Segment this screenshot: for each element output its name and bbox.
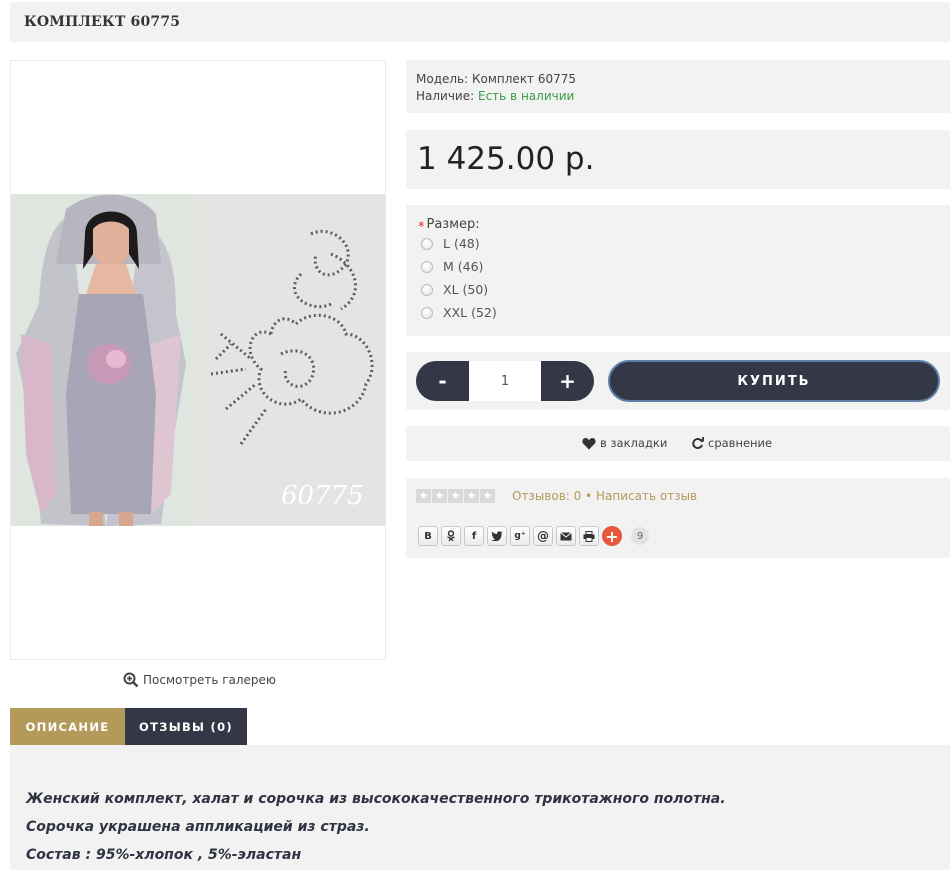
tab-reviews[interactable]: ОТЗЫВЫ (0) xyxy=(125,708,247,745)
description-line: Сорочка украшена аппликацией из страз. xyxy=(26,819,370,835)
heart-icon xyxy=(582,437,596,449)
price-panel: 1 425.00 р. xyxy=(406,130,950,189)
twitter-share-icon[interactable] xyxy=(487,526,507,546)
description-panel: Женский комплект, халат и сорочка из выс… xyxy=(10,745,950,870)
view-gallery-label: Посмотреть галерею xyxy=(143,673,277,687)
zoom-icon xyxy=(123,672,139,688)
product-tabs: ОПИСАНИЕ ОТЗЫВЫ (0) xyxy=(10,708,247,745)
facebook-share-icon[interactable]: f xyxy=(464,526,484,546)
size-option-label: L (48) xyxy=(443,236,480,251)
size-radio[interactable] xyxy=(421,283,433,296)
star-icon: ★ xyxy=(448,489,463,503)
size-option-header: * Размер: xyxy=(418,217,938,235)
vk-share-icon[interactable]: B xyxy=(418,526,438,546)
page-title: КОМПЛЕКТ 60775 xyxy=(24,14,181,30)
google-plus-share-icon[interactable]: g⁺ xyxy=(510,526,530,546)
model-row: Модель: Комплект 60775 xyxy=(416,71,940,88)
stock-status: Есть в наличии xyxy=(478,89,575,103)
mailru-share-icon[interactable]: @ xyxy=(533,526,553,546)
print-icon[interactable] xyxy=(579,526,599,546)
stock-label: Наличие: xyxy=(416,89,475,103)
tab-description[interactable]: ОПИСАНИЕ xyxy=(10,708,125,745)
product-info-panel: Модель: Комплект 60775 Наличие: Есть в н… xyxy=(406,60,950,113)
separator-dot: • xyxy=(585,489,593,503)
size-label: Размер: xyxy=(426,217,480,232)
star-rating: ★ ★ ★ ★ ★ xyxy=(416,489,495,503)
size-option-xxl[interactable]: XXL (52) xyxy=(418,301,938,324)
add-to-bookmarks-link[interactable]: в закладки xyxy=(582,436,667,450)
model-label: Модель: xyxy=(416,72,469,86)
product-price: 1 425.00 р. xyxy=(417,141,595,177)
required-mark: * xyxy=(418,220,425,235)
bookmark-label: в закладки xyxy=(600,436,668,450)
star-icon: ★ xyxy=(464,489,479,503)
quantity-input[interactable] xyxy=(469,361,541,401)
quantity-increase-button[interactable]: + xyxy=(541,361,594,401)
size-option-label: M (46) xyxy=(443,259,484,274)
reviews-count-link[interactable]: Отзывов: 0 xyxy=(512,489,581,503)
star-icon: ★ xyxy=(416,489,431,503)
star-icon: ★ xyxy=(432,489,447,503)
odnoklassniki-share-icon[interactable] xyxy=(441,526,461,546)
size-radio[interactable] xyxy=(421,306,433,319)
email-share-icon[interactable] xyxy=(556,526,576,546)
purchase-panel: - + КУПИТЬ xyxy=(406,352,950,410)
product-image-box[interactable]: 60775 xyxy=(10,60,386,660)
size-option-label: XL (50) xyxy=(443,282,489,297)
wishlist-compare-panel: в закладки сравнение xyxy=(406,426,950,461)
size-options-panel: * Размер: L (48) M (46) XL (50) XXL (52) xyxy=(406,205,950,336)
quantity-decrease-button[interactable]: - xyxy=(416,361,469,401)
model-value: Комплект 60775 xyxy=(472,72,577,86)
more-share-icon[interactable]: + xyxy=(602,526,622,546)
description-line: Состав : 95%-хлопок , 5%-эластан xyxy=(26,847,302,863)
size-option-xl[interactable]: XL (50) xyxy=(418,278,938,301)
quantity-stepper: - + xyxy=(416,361,594,401)
compare-label: сравнение xyxy=(708,436,773,450)
title-bar: КОМПЛЕКТ 60775 xyxy=(10,2,950,42)
photo-watermark: 60775 xyxy=(281,481,364,511)
reviews-share-panel: ★ ★ ★ ★ ★ Отзывов: 0 • Написать отзыв B … xyxy=(406,478,950,558)
size-option-m[interactable]: M (46) xyxy=(418,255,938,278)
size-radio[interactable] xyxy=(421,237,433,250)
share-buttons: B f g⁺ @ + 9 xyxy=(418,526,649,546)
share-counter: 9 xyxy=(631,527,649,545)
refresh-icon xyxy=(692,436,704,449)
product-photo[interactable]: 60775 xyxy=(11,194,385,526)
description-line: Женский комплект, халат и сорочка из выс… xyxy=(26,791,726,807)
stock-row: Наличие: Есть в наличии xyxy=(416,88,940,105)
buy-button[interactable]: КУПИТЬ xyxy=(608,360,940,402)
view-gallery-link[interactable]: Посмотреть галерею xyxy=(123,672,276,688)
star-icon: ★ xyxy=(480,489,495,503)
size-option-l[interactable]: L (48) xyxy=(418,232,938,255)
size-option-label: XXL (52) xyxy=(443,305,497,320)
write-review-link[interactable]: Написать отзыв xyxy=(596,489,697,503)
size-radio[interactable] xyxy=(421,260,433,273)
compare-link[interactable]: сравнение xyxy=(691,436,772,450)
